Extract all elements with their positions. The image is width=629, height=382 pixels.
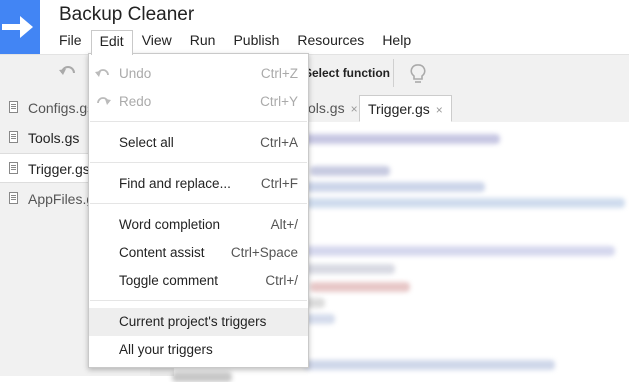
lightbulb-icon[interactable] bbox=[408, 63, 428, 85]
arrow-right-icon bbox=[2, 16, 33, 38]
menu-resources[interactable]: Resources bbox=[288, 30, 373, 52]
menu-separator bbox=[90, 121, 307, 122]
undo-icon bbox=[95, 69, 109, 77]
menu-view[interactable]: View bbox=[133, 30, 181, 52]
close-icon[interactable]: × bbox=[436, 103, 443, 117]
close-icon[interactable]: × bbox=[351, 102, 358, 116]
shortcut-label: Ctrl+Space bbox=[230, 245, 298, 260]
edit-menu-dropdown: Undo Ctrl+Z Redo Ctrl+Y Select all Ctrl+… bbox=[88, 53, 309, 368]
menu-item-toggle-comment[interactable]: Toggle comment Ctrl+/ bbox=[89, 267, 308, 295]
document-icon bbox=[9, 192, 18, 204]
file-label: Tools.gs bbox=[28, 130, 80, 146]
tab-trigger[interactable]: Trigger.gs × bbox=[359, 95, 452, 122]
shortcut-label: Ctrl+Y bbox=[260, 94, 298, 109]
shortcut-label: Ctrl+A bbox=[260, 135, 298, 150]
menu-item-label: Undo bbox=[119, 66, 152, 81]
tab-label: Trigger.gs bbox=[368, 101, 430, 117]
document-icon bbox=[9, 162, 18, 174]
shortcut-label: Ctrl+Z bbox=[260, 66, 298, 81]
menu-file[interactable]: File bbox=[50, 30, 91, 52]
select-function-dropdown[interactable]: Select function bbox=[298, 59, 394, 87]
tab-tools[interactable]: ols.gs × bbox=[300, 95, 366, 122]
menu-item-label: All your triggers bbox=[119, 342, 213, 357]
menu-help[interactable]: Help bbox=[373, 30, 420, 52]
menu-item-redo[interactable]: Redo Ctrl+Y bbox=[89, 88, 308, 116]
document-icon bbox=[9, 101, 18, 113]
menu-item-find-replace[interactable]: Find and replace... Ctrl+F bbox=[89, 170, 308, 198]
menu-separator bbox=[90, 300, 307, 301]
shortcut-label: Ctrl+F bbox=[260, 176, 298, 191]
shortcut-label: Ctrl+/ bbox=[265, 273, 298, 288]
app-title[interactable]: Backup Cleaner bbox=[59, 4, 194, 26]
document-icon bbox=[9, 131, 18, 143]
file-label: Configs.gs bbox=[28, 100, 95, 116]
menu-item-label: Find and replace... bbox=[119, 176, 231, 191]
undo-icon[interactable] bbox=[58, 64, 78, 80]
menu-publish[interactable]: Publish bbox=[224, 30, 288, 52]
menu-separator bbox=[90, 203, 307, 204]
menu-bar: File Edit View Run Publish Resources Hel… bbox=[50, 30, 420, 55]
menu-item-word-completion[interactable]: Word completion Alt+/ bbox=[89, 211, 308, 239]
menu-item-content-assist[interactable]: Content assist Ctrl+Space bbox=[89, 239, 308, 267]
menu-separator bbox=[90, 162, 307, 163]
menu-item-undo[interactable]: Undo Ctrl+Z bbox=[89, 60, 308, 88]
menu-item-all-triggers[interactable]: All your triggers bbox=[89, 336, 308, 364]
redo-icon bbox=[97, 97, 111, 105]
menu-item-label: Word completion bbox=[119, 217, 221, 232]
shortcut-label: Alt+/ bbox=[270, 217, 298, 232]
menu-run[interactable]: Run bbox=[181, 30, 225, 52]
menu-item-label: Current project's triggers bbox=[119, 314, 267, 329]
menu-item-label: Select all bbox=[119, 135, 174, 150]
menu-item-label: Toggle comment bbox=[119, 273, 219, 288]
menu-item-select-all[interactable]: Select all Ctrl+A bbox=[89, 129, 308, 157]
app-logo[interactable] bbox=[0, 0, 40, 54]
menu-item-current-triggers[interactable]: Current project's triggers bbox=[89, 308, 308, 336]
menu-edit[interactable]: Edit bbox=[90, 30, 133, 55]
tab-label: ols.gs bbox=[308, 100, 345, 116]
menu-item-label: Content assist bbox=[119, 245, 205, 260]
menu-item-label: Redo bbox=[119, 94, 152, 109]
file-label: Trigger.gs bbox=[28, 161, 90, 177]
